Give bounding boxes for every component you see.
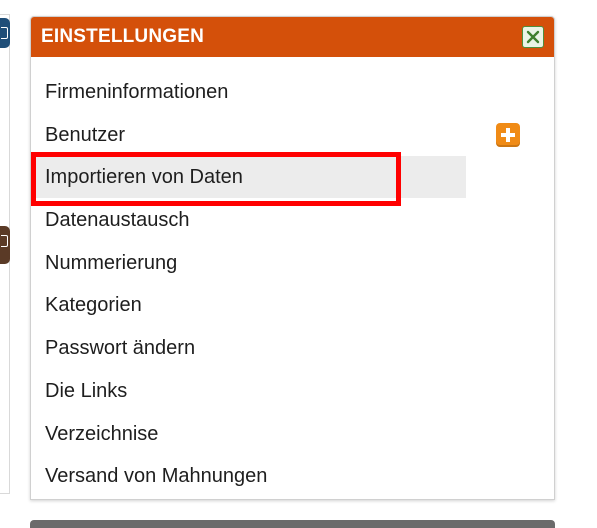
panel-icon: [1, 27, 8, 39]
menu-item-label: Verzeichnise: [45, 422, 159, 445]
menu-item-versand-von-mahnungen[interactable]: Versand von Mahnungen: [31, 455, 554, 498]
menu-item-kategorien[interactable]: Kategorien: [31, 284, 554, 327]
left-side-tab-top[interactable]: [0, 18, 10, 48]
menu-item-label: Passwort ändern: [45, 337, 196, 360]
plus-icon: [501, 127, 515, 142]
left-side-tab-middle[interactable]: [0, 226, 10, 264]
menu-item-label: Versand von Mahnungen: [45, 465, 268, 488]
menu-item-label: Datenaustausch: [45, 209, 190, 232]
panel-icon: [1, 235, 8, 247]
menu-item-die-links[interactable]: Die Links: [31, 370, 554, 413]
menu-item-label: Kategorien: [45, 294, 142, 317]
menu-item-datenaustausch[interactable]: Datenaustausch: [31, 199, 554, 242]
menu-item-verzeichnise[interactable]: Verzeichnise: [31, 413, 554, 456]
menu-item-passwort-aendern[interactable]: Passwort ändern: [31, 327, 554, 370]
settings-menu: Firmeninformationen Benutzer Importieren…: [31, 57, 554, 498]
panel-header: EINSTELLUNGEN: [31, 17, 554, 57]
menu-item-firmeninformationen[interactable]: Firmeninformationen: [31, 71, 554, 114]
menu-item-benutzer[interactable]: Benutzer: [31, 114, 554, 157]
menu-item-label: Firmeninformationen: [45, 81, 229, 103]
menu-item-importieren-von-daten[interactable]: Importieren von Daten: [31, 152, 554, 207]
settings-panel: EINSTELLUNGEN Firmeninformationen Benutz…: [30, 16, 555, 500]
panel-title: EINSTELLUNGEN: [41, 26, 205, 47]
menu-item-label: Benutzer: [45, 123, 126, 146]
menu-item-label: Nummerierung: [45, 251, 178, 274]
close-button[interactable]: [522, 26, 544, 48]
menu-item-nummerierung[interactable]: Nummerierung: [31, 242, 554, 285]
close-icon: [526, 30, 540, 44]
settings-screen: EINSTELLUNGEN Firmeninformationen Benutz…: [0, 0, 597, 528]
menu-item-label: Die Links: [45, 379, 128, 402]
next-panel-header: [30, 520, 555, 528]
add-user-button[interactable]: [496, 122, 520, 147]
